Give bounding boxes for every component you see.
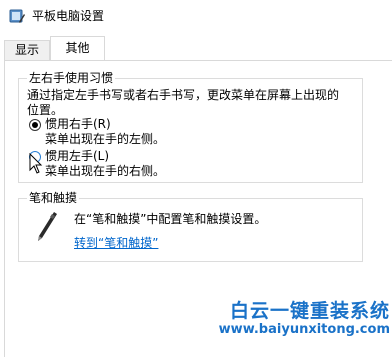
pen-touch-group-title: 笔和触摸 [27,191,80,205]
watermark-title: 白云一键重装系统 [229,300,390,322]
title-bar: 平板电脑设置 [0,0,392,32]
right-handed-label[interactable]: 惯用右手(R) [45,117,111,132]
pen-touch-link[interactable]: 转到“笔和触摸” [74,236,158,251]
left-handed-subtext: 菜单出现在手的右侧。 [45,164,166,178]
tab-display[interactable]: 显示 [4,40,50,60]
mouse-cursor-icon [29,153,43,174]
window-title: 平板电脑设置 [32,9,105,23]
left-handed-label[interactable]: 惯用左手(L) [45,149,109,164]
pen-touch-description: 在“笔和触摸”中配置笔和触摸设置。 [74,212,267,226]
tab-other[interactable]: 其他 [50,36,105,60]
watermark-url: www.baiyunxitong.com [218,322,390,337]
pen-touch-group [18,198,363,262]
handedness-group-title: 左右手使用习惯 [27,71,116,85]
pen-icon [38,212,57,241]
tab-strip: 显示 其他 [0,36,392,62]
right-handed-radio[interactable] [29,119,41,131]
watermark: 白云一键重装系统 www.baiyunxitong.com [219,300,390,338]
handedness-description: 通过指定左手书写或者右手书写，更改菜单在屏幕上出现的位置。 [27,88,340,117]
right-handed-subtext: 菜单出现在手的左侧。 [45,132,166,146]
tablet-settings-icon [9,9,25,23]
